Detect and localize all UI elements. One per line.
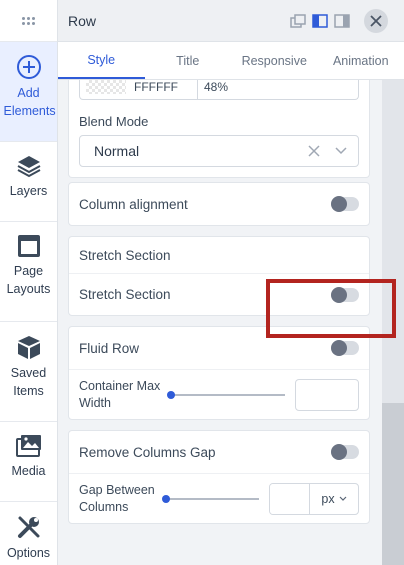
dock-right-icon[interactable] — [334, 13, 350, 28]
unit-value: px — [321, 491, 335, 506]
tab-style[interactable]: Style — [58, 42, 145, 79]
column-alignment-toggle[interactable] — [331, 196, 359, 212]
tab-responsive[interactable]: Responsive — [231, 42, 318, 79]
layers-icon — [17, 156, 40, 178]
chevron-down-icon — [339, 496, 347, 501]
container-max-width-label: Container Max Width — [79, 378, 161, 410]
unit-select[interactable]: px — [310, 484, 358, 514]
dock-left-icon[interactable] — [312, 13, 328, 28]
fluid-row-card: Fluid Row Container Max Width — [68, 326, 370, 420]
column-alignment-card: Column alignment — [68, 182, 370, 226]
tab-animation[interactable]: Animation — [318, 42, 404, 79]
clear-icon[interactable] — [308, 145, 320, 157]
remove-columns-gap-toggle[interactable] — [331, 444, 359, 460]
rail-item-page-layouts[interactable]: Page Layouts — [0, 222, 57, 322]
blend-mode-select[interactable]: Normal — [79, 135, 359, 167]
container-width-input[interactable] — [295, 378, 359, 411]
container-width-slider[interactable] — [167, 387, 285, 403]
rail-label: Media — [11, 464, 46, 478]
gap-value-input[interactable] — [270, 483, 310, 514]
plus-circle-icon — [16, 55, 41, 79]
close-button[interactable] — [364, 8, 388, 33]
wrench-icon — [17, 516, 39, 538]
slider-handle[interactable] — [161, 494, 170, 503]
layout-mode-icons — [290, 13, 350, 28]
media-icon — [15, 435, 41, 457]
tab-title[interactable]: Title — [145, 42, 232, 79]
rail-label: Page Layouts — [6, 264, 51, 296]
drag-handle[interactable] — [0, 0, 57, 42]
rail-item-saved-items[interactable]: Saved Items — [0, 322, 57, 422]
cube-icon — [17, 336, 40, 359]
color-field[interactable]: FFFFFF 48% — [79, 80, 359, 100]
blend-mode-label: Blend Mode — [79, 114, 149, 129]
grip-icon — [22, 16, 35, 25]
color-swatch[interactable] — [86, 80, 126, 94]
panel-title: Row — [68, 12, 97, 29]
rail-item-options[interactable]: Options — [0, 502, 57, 565]
gap-input-group: px — [269, 482, 359, 515]
popout-icon[interactable] — [290, 13, 306, 28]
rail-label: Layers — [9, 184, 48, 198]
columns-gap-card: Remove Columns Gap Gap Between Columns p… — [68, 430, 370, 524]
chevron-down-icon[interactable] — [334, 146, 348, 156]
rail-label: Add Elements — [3, 86, 56, 118]
left-rail: Add Elements Layers Page Layouts Saved I… — [0, 0, 58, 565]
stretch-section-header: Stretch Section — [79, 247, 171, 263]
blend-mode-value: Normal — [94, 143, 140, 159]
rail-label: Options — [6, 546, 51, 560]
rail-label: Saved Items — [10, 366, 47, 398]
layout-icon — [17, 235, 40, 257]
panel-tabs: Style Title Responsive Animation — [58, 42, 404, 80]
color-hex-value: FFFFFF — [134, 80, 178, 94]
highlight-box — [266, 279, 396, 338]
gap-slider[interactable] — [161, 491, 259, 507]
scrollbar-thumb[interactable] — [382, 403, 404, 565]
rail-item-add-elements[interactable]: Add Elements — [0, 42, 57, 142]
slider-handle[interactable] — [167, 390, 176, 399]
gap-between-columns-label: Gap Between Columns — [79, 482, 155, 514]
rail-item-layers[interactable]: Layers — [0, 142, 57, 222]
stretch-section-label: Stretch Section — [79, 287, 171, 302]
panel-header: Row — [58, 0, 404, 42]
fluid-row-label: Fluid Row — [79, 340, 140, 356]
rail-item-media[interactable]: Media — [0, 422, 57, 502]
close-icon — [370, 14, 382, 27]
background-card: FFFFFF 48% Blend Mode Normal — [68, 80, 370, 178]
remove-columns-gap-label: Remove Columns Gap — [79, 444, 216, 460]
opacity-value[interactable]: 48% — [198, 80, 228, 99]
fluid-row-toggle[interactable] — [331, 340, 359, 356]
column-alignment-label: Column alignment — [79, 196, 188, 212]
